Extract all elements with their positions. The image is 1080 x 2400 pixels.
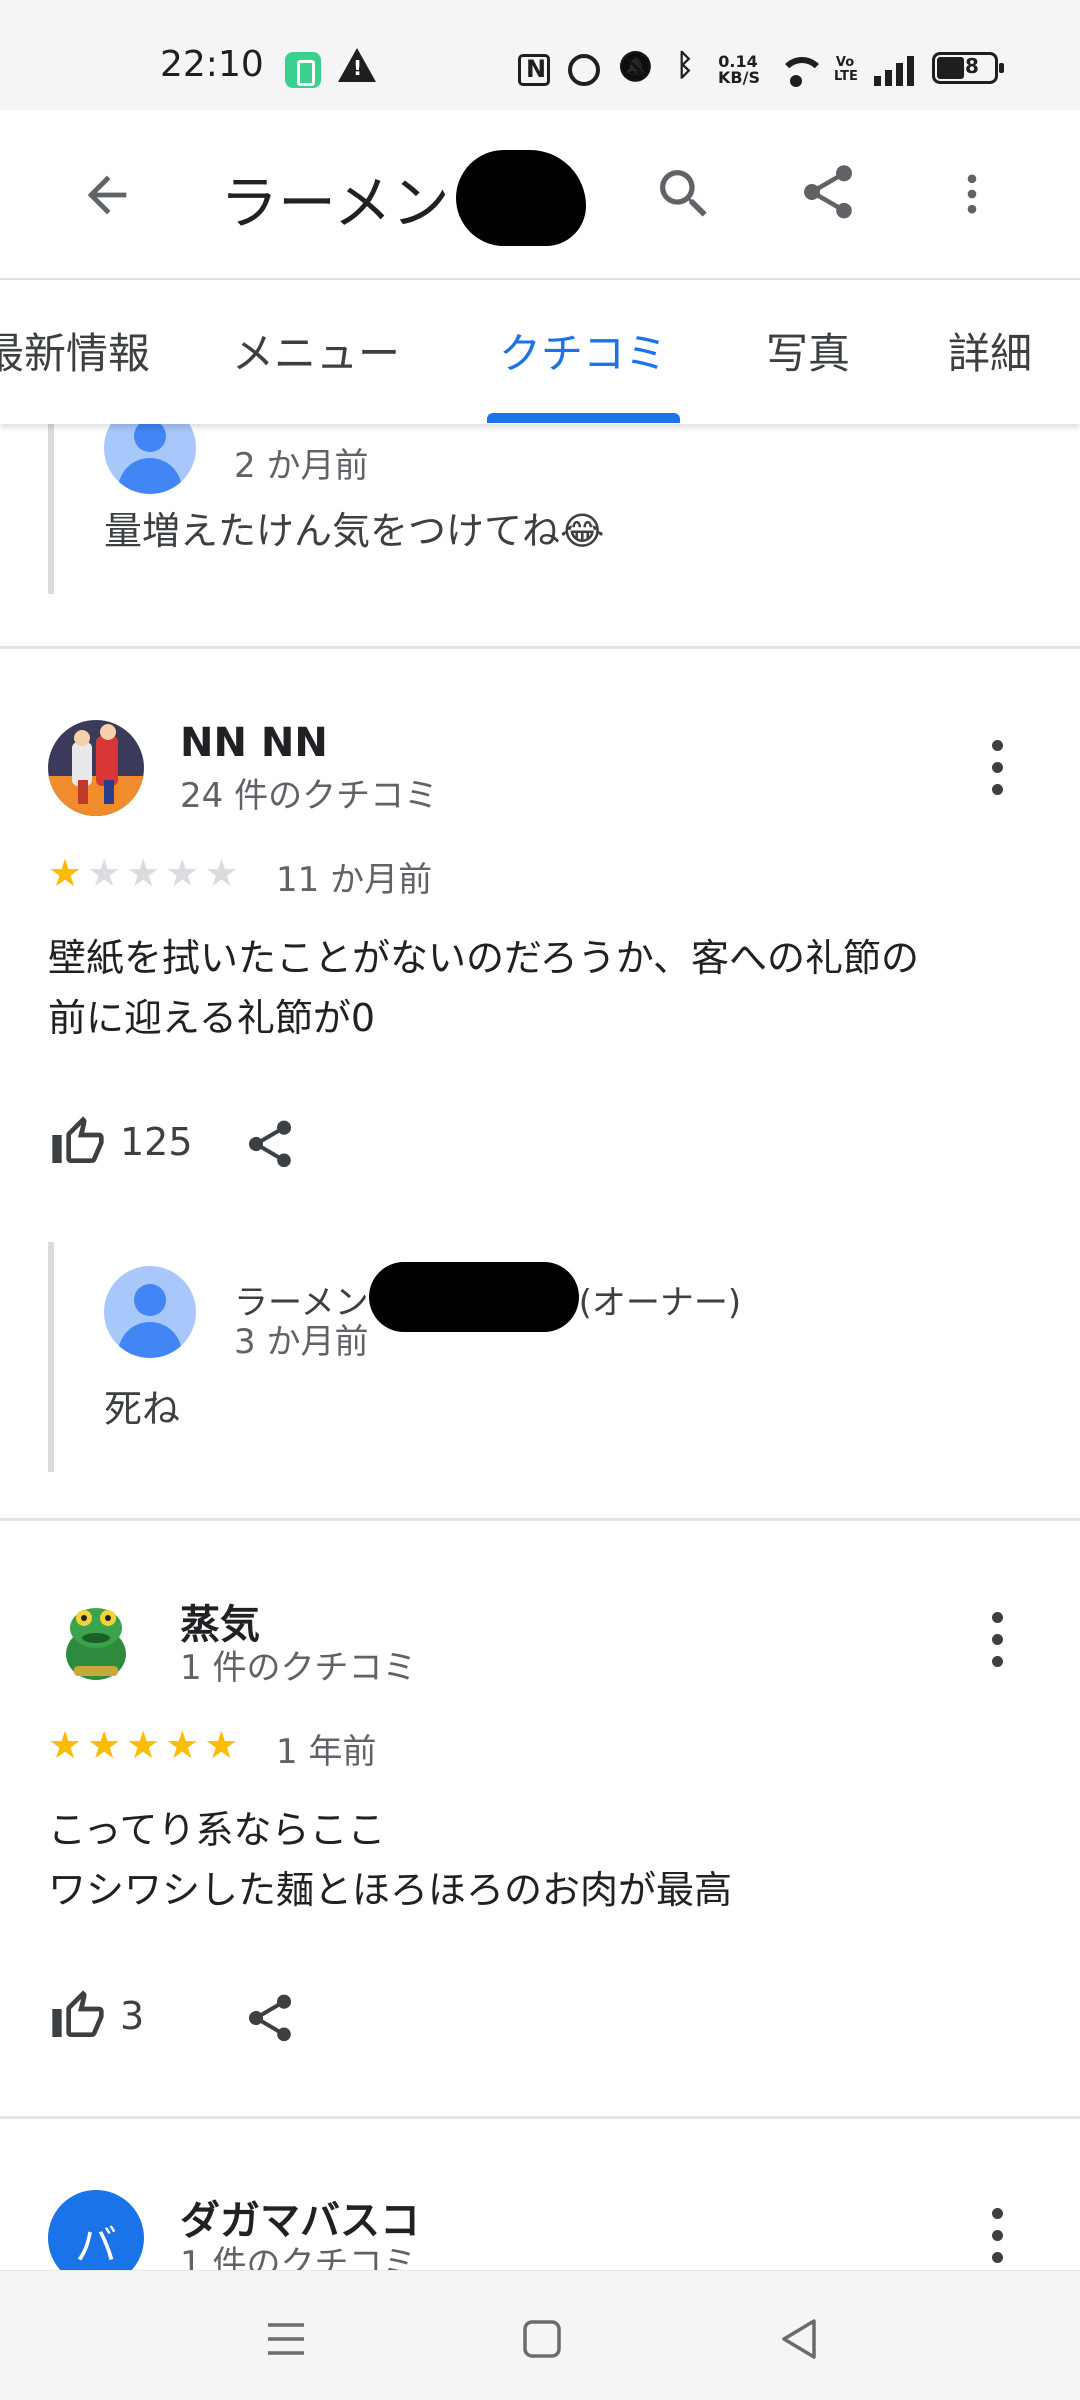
avatar [104, 1266, 196, 1358]
battery-icon: 48 [932, 52, 1004, 84]
tab-menu[interactable]: メニュー [232, 320, 400, 381]
reply-time: 3 か月前 [234, 1322, 369, 1362]
star-empty-icon: ★ [87, 851, 122, 895]
review-time: 11 か月前 [276, 860, 433, 900]
status-icons: 0.14 KB/S Vo LTE [518, 48, 918, 92]
tab-bar: 最新情報 メニュー クチコミ 写真 詳細 [0, 282, 1080, 424]
like-count: 125 [120, 1120, 193, 1164]
more-vert-icon[interactable] [978, 2204, 1018, 2268]
tab-indicator [487, 413, 680, 423]
mute-icon [618, 54, 650, 86]
thumbs-up-icon [52, 1990, 104, 2037]
owner-reply: ラーメン (オーナー) 3 か月前 死ね [48, 1242, 1048, 1472]
reply-time: 2 か月前 [234, 446, 369, 486]
divider [0, 1518, 1080, 1521]
avatar[interactable] [48, 1592, 144, 1688]
signal-icon [874, 54, 918, 86]
divider [0, 2116, 1080, 2119]
avatar [104, 424, 196, 494]
star-filled-icon: ★ [126, 1723, 161, 1767]
avatar[interactable] [48, 720, 144, 816]
status-bar: 22:10 0.14 KB/S Vo LTE 48 [0, 0, 1080, 110]
system-nav-bar [0, 2270, 1080, 2400]
more-vert-icon[interactable] [978, 1608, 1018, 1672]
reply-text: 量増えたけん気をつけてね😂 [104, 509, 605, 553]
star-empty-icon: ★ [126, 851, 161, 895]
tab-latest[interactable]: 最新情報 [0, 320, 150, 381]
warning-icon [338, 48, 376, 82]
redaction-mark [455, 150, 586, 246]
bluetooth-icon [668, 48, 700, 86]
search-icon[interactable] [652, 162, 716, 226]
like-button[interactable]: 3 [48, 1988, 144, 2044]
like-count: 3 [120, 1994, 145, 2038]
star-rating: ★ ★ ★ ★ ★ [48, 1726, 238, 1764]
alarm-icon [568, 54, 600, 86]
star-filled-icon: ★ [87, 1723, 122, 1767]
reviewer-review-count: 24 件のクチコミ [180, 776, 439, 816]
reviewer-review-count: 1 件のクチコミ [180, 1648, 417, 1688]
star-empty-icon: ★ [204, 851, 239, 895]
reply-owner-name-suffix: (オーナー) [578, 1282, 742, 1323]
more-vert-icon[interactable] [946, 164, 998, 224]
tab-details[interactable]: 詳細 [948, 320, 1032, 381]
back-arrow-icon[interactable] [78, 166, 136, 224]
back-nav-icon[interactable] [770, 2309, 830, 2369]
wifi-icon [776, 53, 826, 87]
more-vert-icon[interactable] [978, 736, 1018, 800]
avatar-letter: バ [74, 2221, 117, 2270]
status-time: 22:10 [160, 44, 264, 85]
review-time: 1 年前 [276, 1732, 377, 1772]
star-filled-icon: ★ [48, 1723, 83, 1767]
review-text: こってり系ならここ ワシワシした麺とほろほろのお肉が最高 [48, 1808, 733, 1912]
star-filled-icon: ★ [165, 1723, 200, 1767]
reviews-list[interactable]: 2 か月前 量増えたけん気をつけてね😂 NN NN 24 件のクチコミ ★ ★ ★ ★… [0, 424, 1080, 2270]
app-bar: ラーメン [0, 110, 1080, 280]
thumbs-up-icon [52, 1116, 104, 1163]
share-icon[interactable] [242, 1990, 298, 2046]
share-icon[interactable] [242, 1116, 298, 1172]
page-title: ラーメン [220, 169, 450, 237]
share-icon[interactable] [796, 160, 860, 224]
star-filled-icon: ★ [48, 851, 83, 895]
star-empty-icon: ★ [165, 851, 200, 895]
divider [0, 646, 1080, 649]
nfc-icon [518, 54, 550, 86]
owner-reply: 2 か月前 量増えたけん気をつけてね😂 [48, 424, 1048, 594]
network-speed: 0.14 KB/S [718, 54, 760, 87]
like-button[interactable]: 125 [48, 1114, 193, 1170]
review-text: 壁紙を拭いたことがないのだろうか、客への礼節の 前に迎える礼節が0 [48, 936, 919, 1040]
redaction-mark [368, 1262, 579, 1332]
home-nav-icon[interactable] [512, 2309, 572, 2369]
title-row: ラーメン [220, 150, 586, 246]
reply-text: 死ね [104, 1387, 181, 1431]
reviewer-name[interactable]: NN NN [180, 720, 328, 766]
volte-icon: Vo LTE [834, 55, 858, 84]
volte-bottom: LTE [834, 69, 858, 84]
battery-saver-icon [285, 52, 321, 88]
volte-top: Vo [835, 55, 855, 70]
star-filled-icon: ★ [204, 1723, 239, 1767]
reviewer-review-count: 1 件のクチコミ [180, 2244, 417, 2270]
battery-level: 48 [951, 54, 979, 78]
network-speed-unit: KB/S [718, 68, 760, 87]
avatar[interactable]: バ [48, 2190, 144, 2270]
menu-nav-icon[interactable] [256, 2309, 316, 2369]
star-rating: ★ ★ ★ ★ ★ [48, 854, 238, 892]
tab-photos[interactable]: 写真 [766, 320, 850, 381]
tab-reviews[interactable]: クチコミ [499, 320, 667, 381]
